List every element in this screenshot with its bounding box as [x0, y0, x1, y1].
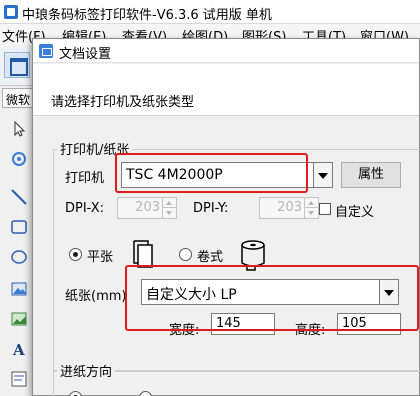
dialog-titlebar: 文档设置: [33, 39, 419, 63]
picture-icon[interactable]: [10, 310, 28, 328]
svg-text:A: A: [12, 341, 25, 358]
printer-dropdown-arrow[interactable]: [313, 162, 333, 188]
roll-paper-radio[interactable]: [179, 248, 192, 261]
custom-dpi-label: 自定义: [335, 205, 375, 220]
font-combo[interactable]: 微软: [2, 88, 36, 108]
paper-size-label: 纸张(mm): [65, 289, 127, 304]
dialog-title: 文档设置: [59, 47, 112, 62]
app-logo-icon: [4, 5, 18, 19]
pointer-icon[interactable]: [10, 120, 28, 138]
image-icon[interactable]: [10, 280, 28, 298]
line-icon[interactable]: [10, 188, 28, 206]
dpi-y-up-icon[interactable]: [305, 198, 318, 208]
document-settings-dialog: 文档设置 请选择打印机及纸张类型 打印机/纸张 打印机 TSC 4M2000P …: [32, 38, 420, 396]
rotate-icon[interactable]: [10, 150, 28, 168]
sheet-paper-label: 平张: [87, 250, 114, 265]
paper-size-highlight-box: [125, 265, 419, 331]
dpi-y-value: 203: [277, 200, 302, 215]
dpi-y-label: DPI-Y:: [193, 201, 229, 216]
app-title: 中琅条码标签打印软件-V6.3.6 试用版 单机: [22, 8, 272, 23]
feed-direction-title: 进纸方向: [57, 361, 116, 380]
dpi-y-spin-buttons: [304, 198, 318, 218]
printer-properties-button[interactable]: 属性: [341, 162, 401, 188]
rich-text-icon[interactable]: [10, 370, 28, 388]
dpi-x-spinner[interactable]: 203: [117, 197, 177, 219]
dpi-x-spin-buttons: [162, 198, 176, 218]
dpi-x-down-icon[interactable]: [163, 208, 176, 218]
new-document-icon[interactable]: [4, 52, 30, 78]
printer-label: 打印机: [65, 171, 105, 186]
rectangle-icon[interactable]: [10, 218, 28, 236]
dialog-instruction: 请选择打印机及纸张类型: [51, 95, 195, 110]
dpi-x-label: DPI-X:: [65, 201, 105, 216]
document-settings-icon: [39, 44, 53, 58]
dialog-banner: 请选择打印机及纸张类型: [33, 64, 419, 116]
roll-paper-label: 卷式: [197, 250, 224, 265]
sheet-paper-radio[interactable]: [69, 248, 82, 261]
dpi-y-spinner[interactable]: 203: [259, 197, 319, 219]
dpi-x-up-icon[interactable]: [163, 198, 176, 208]
printer-highlight-box: [115, 153, 308, 193]
app-titlebar: 中琅条码标签打印软件-V6.3.6 试用版 单机: [0, 0, 420, 24]
text-icon[interactable]: A: [10, 340, 28, 358]
dpi-y-down-icon[interactable]: [305, 208, 318, 218]
dpi-x-value: 203: [135, 200, 160, 215]
ellipse-icon[interactable]: [10, 248, 28, 266]
side-toolbar: A: [0, 112, 36, 396]
custom-dpi-checkbox[interactable]: [319, 203, 331, 215]
